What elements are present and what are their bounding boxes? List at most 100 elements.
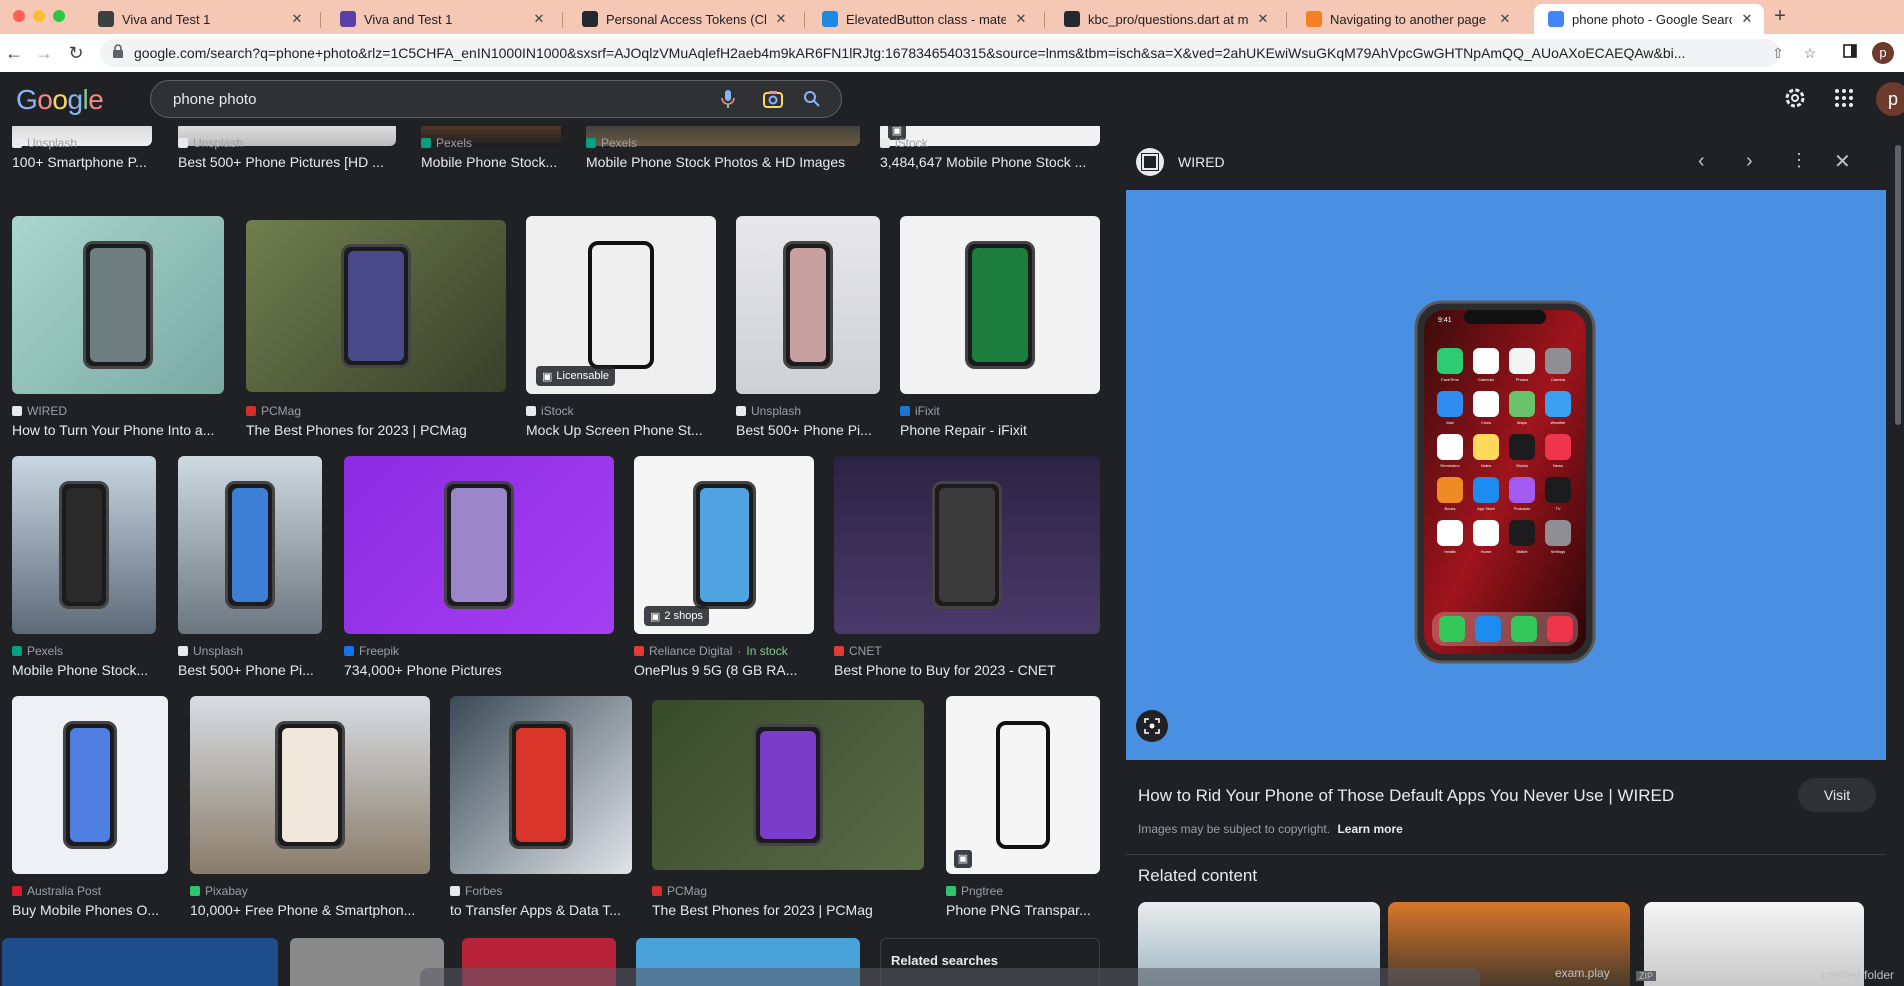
- profile-avatar[interactable]: p: [1872, 42, 1894, 64]
- result-source[interactable]: Pexels: [421, 136, 472, 150]
- back-icon[interactable]: ←: [2, 41, 26, 65]
- result-thumbnail[interactable]: [190, 696, 430, 874]
- close-window-button[interactable]: [13, 10, 25, 22]
- forward-icon[interactable]: →: [32, 41, 56, 65]
- search-box[interactable]: phone photo: [150, 80, 842, 118]
- result-title[interactable]: The Best Phones for 2023 | PCMag: [652, 902, 924, 918]
- google-logo[interactable]: Google: [16, 84, 104, 116]
- close-tab-icon[interactable]: ✕: [290, 11, 304, 27]
- result-thumbnail[interactable]: [834, 456, 1100, 634]
- search-icon[interactable]: [803, 90, 821, 113]
- result-source[interactable]: PCMag: [652, 884, 707, 898]
- result-thumbnail[interactable]: [652, 700, 924, 870]
- result-title[interactable]: Buy Mobile Phones O...: [12, 902, 168, 918]
- result-title[interactable]: Mock Up Screen Phone St...: [526, 422, 716, 438]
- result-source[interactable]: Pixabay: [190, 884, 248, 898]
- result-thumbnail[interactable]: [450, 696, 632, 874]
- result-source[interactable]: Unsplash: [12, 136, 77, 150]
- result-title[interactable]: How to Turn Your Phone Into a...: [12, 422, 224, 438]
- result-source[interactable]: Forbes: [450, 884, 502, 898]
- maximize-window-button[interactable]: [53, 10, 65, 22]
- result-thumbnail[interactable]: ▣: [946, 696, 1100, 874]
- result-source[interactable]: Unsplash: [736, 404, 801, 418]
- result-thumbnail[interactable]: [12, 456, 156, 634]
- omnibox[interactable]: google.com/search?q=phone+photo&rlz=1C5C…: [100, 39, 1780, 67]
- result-title[interactable]: OnePlus 9 5G (8 GB RA...: [634, 662, 814, 678]
- previous-icon[interactable]: ‹: [1698, 150, 1705, 173]
- search-input[interactable]: phone photo: [173, 91, 256, 108]
- result-source[interactable]: iStock: [880, 136, 928, 150]
- result-source[interactable]: iFixit: [900, 404, 940, 418]
- result-thumbnail[interactable]: [12, 216, 224, 394]
- result-title[interactable]: The Best Phones for 2023 | PCMag: [246, 422, 506, 438]
- google-account-avatar[interactable]: p: [1876, 82, 1904, 116]
- result-source[interactable]: Pngtree: [946, 884, 1003, 898]
- microphone-icon[interactable]: [721, 89, 735, 114]
- result-source[interactable]: Unsplash: [178, 644, 243, 658]
- sidebar-icon[interactable]: [1840, 43, 1860, 63]
- new-tab-button[interactable]: +: [1768, 4, 1792, 28]
- more-options-icon[interactable]: ⋮: [1790, 150, 1808, 171]
- result-source[interactable]: Freepik: [344, 644, 399, 658]
- result-title[interactable]: 734,000+ Phone Pictures: [344, 662, 614, 678]
- result-title[interactable]: Best 500+ Phone Pi...: [178, 662, 322, 678]
- result-thumbnail[interactable]: [344, 456, 614, 634]
- bookmark-star-icon[interactable]: ☆: [1800, 43, 1820, 63]
- result-thumbnail[interactable]: [178, 456, 322, 634]
- close-tab-icon[interactable]: ✕: [532, 11, 546, 27]
- lens-search-icon[interactable]: [1136, 710, 1168, 742]
- browser-tab[interactable]: Personal Access Tokens (Class ✕: [568, 4, 798, 34]
- result-title[interactable]: Best 500+ Phone Pictures [HD ...: [178, 154, 396, 170]
- settings-gear-icon[interactable]: [1783, 86, 1807, 115]
- learn-more-link[interactable]: Learn more: [1337, 822, 1402, 836]
- zip-file-icon[interactable]: ZIP: [1636, 971, 1657, 981]
- result-thumbnail[interactable]: [246, 220, 506, 392]
- close-tab-icon[interactable]: ✕: [774, 11, 788, 27]
- result-title[interactable]: to Transfer Apps & Data T...: [450, 902, 632, 918]
- result-title[interactable]: Best 500+ Phone Pi...: [736, 422, 880, 438]
- next-icon[interactable]: ›: [1746, 150, 1753, 173]
- browser-tab[interactable]: phone photo - Google Search ✕: [1534, 4, 1764, 34]
- result-source[interactable]: iStock: [526, 404, 574, 418]
- preview-title[interactable]: How to Rid Your Phone of Those Default A…: [1138, 786, 1758, 806]
- result-title[interactable]: Best Phone to Buy for 2023 - CNET: [834, 662, 1100, 678]
- panel-scrollbar[interactable]: [1895, 145, 1901, 425]
- browser-tab[interactable]: kbc_pro/questions.dart at mas ✕: [1050, 4, 1280, 34]
- result-thumbnail[interactable]: [2, 938, 278, 986]
- result-thumbnail[interactable]: [900, 216, 1100, 394]
- result-title[interactable]: Mobile Phone Stock Photos & HD Images: [586, 154, 860, 170]
- result-source[interactable]: Reliance Digital · In stock: [634, 644, 788, 658]
- camera-search-icon[interactable]: [763, 90, 783, 113]
- minimize-window-button[interactable]: [33, 10, 45, 22]
- visit-button[interactable]: Visit: [1798, 778, 1876, 812]
- result-source[interactable]: Pexels: [586, 136, 637, 150]
- reload-icon[interactable]: ↻: [64, 41, 88, 65]
- result-source[interactable]: WIRED: [12, 404, 67, 418]
- browser-tab[interactable]: Viva and Test 1 ✕: [84, 4, 314, 34]
- close-panel-icon[interactable]: ✕: [1834, 149, 1851, 174]
- result-title[interactable]: Phone PNG Transpar...: [946, 902, 1100, 918]
- desktop-folder-label[interactable]: untitled folder: [1822, 968, 1894, 982]
- close-tab-icon[interactable]: ✕: [1014, 11, 1028, 27]
- result-source[interactable]: Unsplash: [178, 136, 243, 150]
- close-tab-icon[interactable]: ✕: [1498, 11, 1512, 27]
- result-title[interactable]: 100+ Smartphone P...: [12, 154, 152, 170]
- result-source[interactable]: CNET: [834, 644, 882, 658]
- preview-image[interactable]: 9:41 FaceTime Calendar Photos Camera Mail Cloc…: [1126, 190, 1886, 760]
- browser-tab[interactable]: Viva and Test 1 ✕: [326, 4, 556, 34]
- share-icon[interactable]: ⇧: [1768, 43, 1788, 63]
- result-source[interactable]: Pexels: [12, 644, 63, 658]
- result-title[interactable]: 10,000+ Free Phone & Smartphon...: [190, 902, 430, 918]
- result-thumbnail[interactable]: ▣ 2 shops: [634, 456, 814, 634]
- result-source[interactable]: Australia Post: [12, 884, 101, 898]
- close-tab-icon[interactable]: ✕: [1256, 11, 1270, 27]
- desktop-file-label[interactable]: exam.play: [1555, 966, 1610, 980]
- result-title[interactable]: Phone Repair - iFixit: [900, 422, 1100, 438]
- result-thumbnail[interactable]: ▣ Licensable: [526, 216, 716, 394]
- close-tab-icon[interactable]: ✕: [1740, 11, 1754, 27]
- preview-source[interactable]: WIRED: [1178, 154, 1225, 170]
- result-source[interactable]: PCMag: [246, 404, 301, 418]
- result-thumbnail[interactable]: [12, 696, 168, 874]
- apps-grid-icon[interactable]: [1834, 88, 1854, 113]
- result-thumbnail[interactable]: [736, 216, 880, 394]
